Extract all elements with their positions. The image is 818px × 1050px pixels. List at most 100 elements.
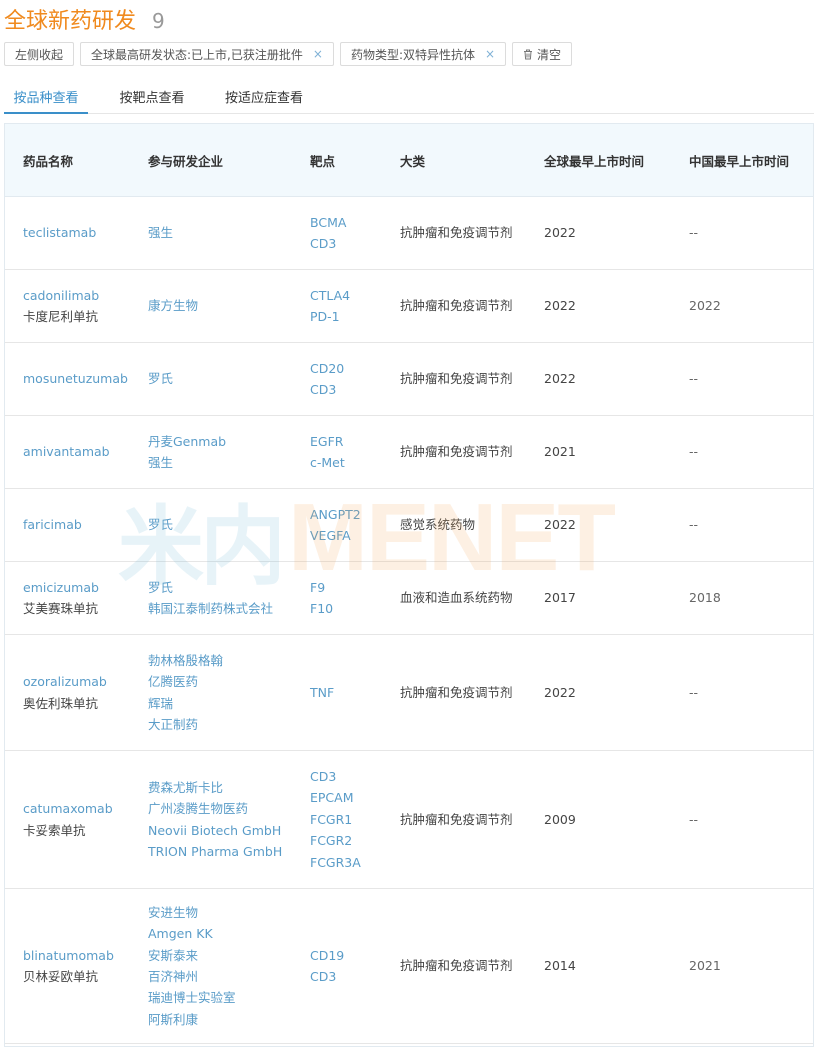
category-text: 抗肿瘤和免疫调节剂 bbox=[400, 811, 513, 827]
company-link[interactable]: 丹麦Genmab bbox=[148, 431, 292, 452]
clear-filters-label: 清空 bbox=[537, 47, 562, 62]
company-link[interactable]: 大正制药 bbox=[148, 714, 292, 735]
company-link[interactable]: Amgen KK bbox=[148, 923, 292, 944]
drug-name-cell: emicizumab 艾美赛珠单抗 bbox=[5, 561, 130, 635]
companies-cell: 罗氏 韩国江泰制药株式会社 bbox=[130, 561, 292, 635]
china-launch-cell: -- bbox=[671, 634, 813, 751]
drug-name-link[interactable]: teclistamab bbox=[23, 222, 130, 243]
category-text: 抗肿瘤和免疫调节剂 bbox=[400, 371, 513, 387]
drug-name-link[interactable]: emicizumab bbox=[23, 577, 130, 598]
targets-cell: CTLA4 PD-1 bbox=[292, 269, 382, 343]
close-icon[interactable]: × bbox=[485, 47, 495, 61]
company-link[interactable]: 强生 bbox=[148, 452, 292, 473]
tab-by-target[interactable]: 按靶点查看 bbox=[110, 80, 194, 112]
company-link[interactable]: 费森尤斯卡比 bbox=[148, 777, 292, 798]
target-link[interactable]: FCGR1 bbox=[310, 809, 382, 830]
company-link[interactable]: 强生 bbox=[148, 222, 292, 243]
companies-cell: 康方生物 bbox=[130, 269, 292, 343]
target-link[interactable]: EGFR bbox=[310, 431, 382, 452]
target-link[interactable]: PD-1 bbox=[310, 306, 382, 327]
company-link[interactable]: 辉瑞 bbox=[148, 693, 292, 714]
company-link[interactable]: 罗氏 bbox=[148, 368, 292, 389]
companies-cell: 丹麦Genmab 强生 bbox=[130, 415, 292, 489]
drug-name-link[interactable]: cadonilimab bbox=[23, 285, 130, 306]
china-launch-cell: 2021 bbox=[671, 888, 813, 1044]
targets-cell: CD19 CD3 bbox=[292, 888, 382, 1044]
table-row: cadonilimab 卡度尼利单抗 康方生物 CTLA4 PD-1 抗肿瘤和免疫调节剂 2… bbox=[5, 269, 813, 343]
result-count: 9 bbox=[152, 9, 165, 33]
global-launch-year: 2009 bbox=[544, 811, 576, 827]
targets-cell: F9 F10 bbox=[292, 561, 382, 635]
tab-by-indication[interactable]: 按适应症查看 bbox=[216, 80, 312, 112]
filter-chip-drug-type: 药物类型:双特异性抗体 × bbox=[339, 42, 507, 66]
china-launch-year: -- bbox=[689, 371, 699, 387]
filter-chip-status: 全球最高研发状态:已上市,已获注册批件 × bbox=[80, 42, 334, 66]
company-link[interactable]: 韩国江泰制药株式会社 bbox=[148, 598, 292, 619]
target-link[interactable]: CD20 bbox=[310, 358, 382, 379]
company-link[interactable]: 罗氏 bbox=[148, 514, 292, 535]
drug-name-link[interactable]: blinatumomab bbox=[23, 945, 130, 966]
collapse-sidebar-button[interactable]: 左侧收起 bbox=[4, 42, 75, 66]
table-row: catumaxomab 卡妥索单抗 费森尤斯卡比 广州凌腾生物医药 Neovii Bio… bbox=[5, 750, 813, 889]
targets-cell: ANGPT2 VEGFA bbox=[292, 488, 382, 562]
company-link[interactable]: 广州凌腾生物医药 bbox=[148, 798, 292, 819]
drug-name-cn: 艾美赛珠单抗 bbox=[23, 601, 99, 616]
target-link[interactable]: CD3 bbox=[310, 966, 382, 987]
targets-cell: CD20 CD3 bbox=[292, 342, 382, 416]
global-launch-cell: 2017 bbox=[526, 561, 671, 635]
target-link[interactable]: FCGR2 bbox=[310, 830, 382, 851]
company-link[interactable]: 安进生物 bbox=[148, 902, 292, 923]
table-row: emicizumab 艾美赛珠单抗 罗氏 韩国江泰制药株式会社 F9 F10 血液和造血系统… bbox=[5, 561, 813, 635]
target-link[interactable]: c-Met bbox=[310, 452, 382, 473]
company-link[interactable]: 瑞迪博士实验室 bbox=[148, 987, 292, 1008]
company-link[interactable]: 阿斯利康 bbox=[148, 1009, 292, 1030]
global-launch-cell: 2014 bbox=[526, 888, 671, 1044]
target-link[interactable]: BCMA bbox=[310, 212, 382, 233]
close-icon[interactable]: × bbox=[313, 47, 323, 61]
company-link[interactable]: 安斯泰来 bbox=[148, 945, 292, 966]
targets-cell: CD3 EPCAM FCGR1 FCGR2 FCGR3A bbox=[292, 750, 382, 889]
company-link[interactable]: TRION Pharma GmbH bbox=[148, 841, 292, 862]
company-link[interactable]: 百济神州 bbox=[148, 966, 292, 987]
drug-name-link[interactable]: mosunetuzumab bbox=[23, 368, 130, 389]
drug-name-link[interactable]: ozoralizumab bbox=[23, 671, 130, 692]
target-link[interactable]: FCGR3A bbox=[310, 852, 382, 873]
targets-cell: EGFR c-Met bbox=[292, 415, 382, 489]
company-link[interactable]: 罗氏 bbox=[148, 577, 292, 598]
drug-name-link[interactable]: faricimab bbox=[23, 514, 130, 535]
table-row: mosunetuzumab 罗氏 CD20 CD3 抗肿瘤和免疫调节剂 2022 -- bbox=[5, 342, 813, 416]
company-link[interactable]: Neovii Biotech GmbH bbox=[148, 820, 292, 841]
target-link[interactable]: VEGFA bbox=[310, 525, 382, 546]
target-link[interactable]: CD3 bbox=[310, 766, 382, 787]
tab-by-drug[interactable]: 按品种查看 bbox=[4, 80, 88, 114]
target-link[interactable]: TNF bbox=[310, 682, 382, 703]
target-link[interactable]: F10 bbox=[310, 598, 382, 619]
category-cell: 血液和造血系统药物 bbox=[382, 561, 526, 635]
category-cell: 抗肿瘤和免疫调节剂 bbox=[382, 415, 526, 489]
target-link[interactable]: EPCAM bbox=[310, 787, 382, 808]
column-header-targets: 靶点 bbox=[292, 124, 382, 197]
category-cell: 抗肿瘤和免疫调节剂 bbox=[382, 634, 526, 751]
drug-name-cn: 奥佐利珠单抗 bbox=[23, 695, 99, 711]
table-row: ozoralizumab 奥佐利珠单抗 勃林格殷格翰 亿腾医药 辉瑞 大正制药 TNF 抗肿瘤… bbox=[5, 634, 813, 751]
category-cell: 抗肿瘤和免疫调节剂 bbox=[382, 888, 526, 1044]
company-link[interactable]: 康方生物 bbox=[148, 295, 292, 316]
target-link[interactable]: ANGPT2 bbox=[310, 504, 382, 525]
target-link[interactable]: CTLA4 bbox=[310, 285, 382, 306]
company-link[interactable]: 亿腾医药 bbox=[148, 671, 292, 692]
china-launch-year: 2022 bbox=[689, 298, 721, 314]
companies-cell: 强生 bbox=[130, 196, 292, 270]
company-link[interactable]: 勃林格殷格翰 bbox=[148, 650, 292, 671]
target-link[interactable]: CD3 bbox=[310, 379, 382, 400]
target-link[interactable]: CD19 bbox=[310, 945, 382, 966]
clear-filters-button[interactable]: 清空 bbox=[512, 42, 573, 66]
drug-name-link[interactable]: amivantamab bbox=[23, 441, 130, 462]
drug-name-link[interactable]: catumaxomab bbox=[23, 798, 130, 819]
category-text: 抗肿瘤和免疫调节剂 bbox=[400, 684, 513, 700]
china-launch-cell: -- bbox=[671, 342, 813, 416]
target-link[interactable]: F9 bbox=[310, 577, 382, 598]
column-header-global-launch: 全球最早上市时间 bbox=[526, 124, 671, 197]
drug-name-cell: ozoralizumab 奥佐利珠单抗 bbox=[5, 634, 130, 751]
category-cell: 抗肿瘤和免疫调节剂 bbox=[382, 269, 526, 343]
target-link[interactable]: CD3 bbox=[310, 233, 382, 254]
